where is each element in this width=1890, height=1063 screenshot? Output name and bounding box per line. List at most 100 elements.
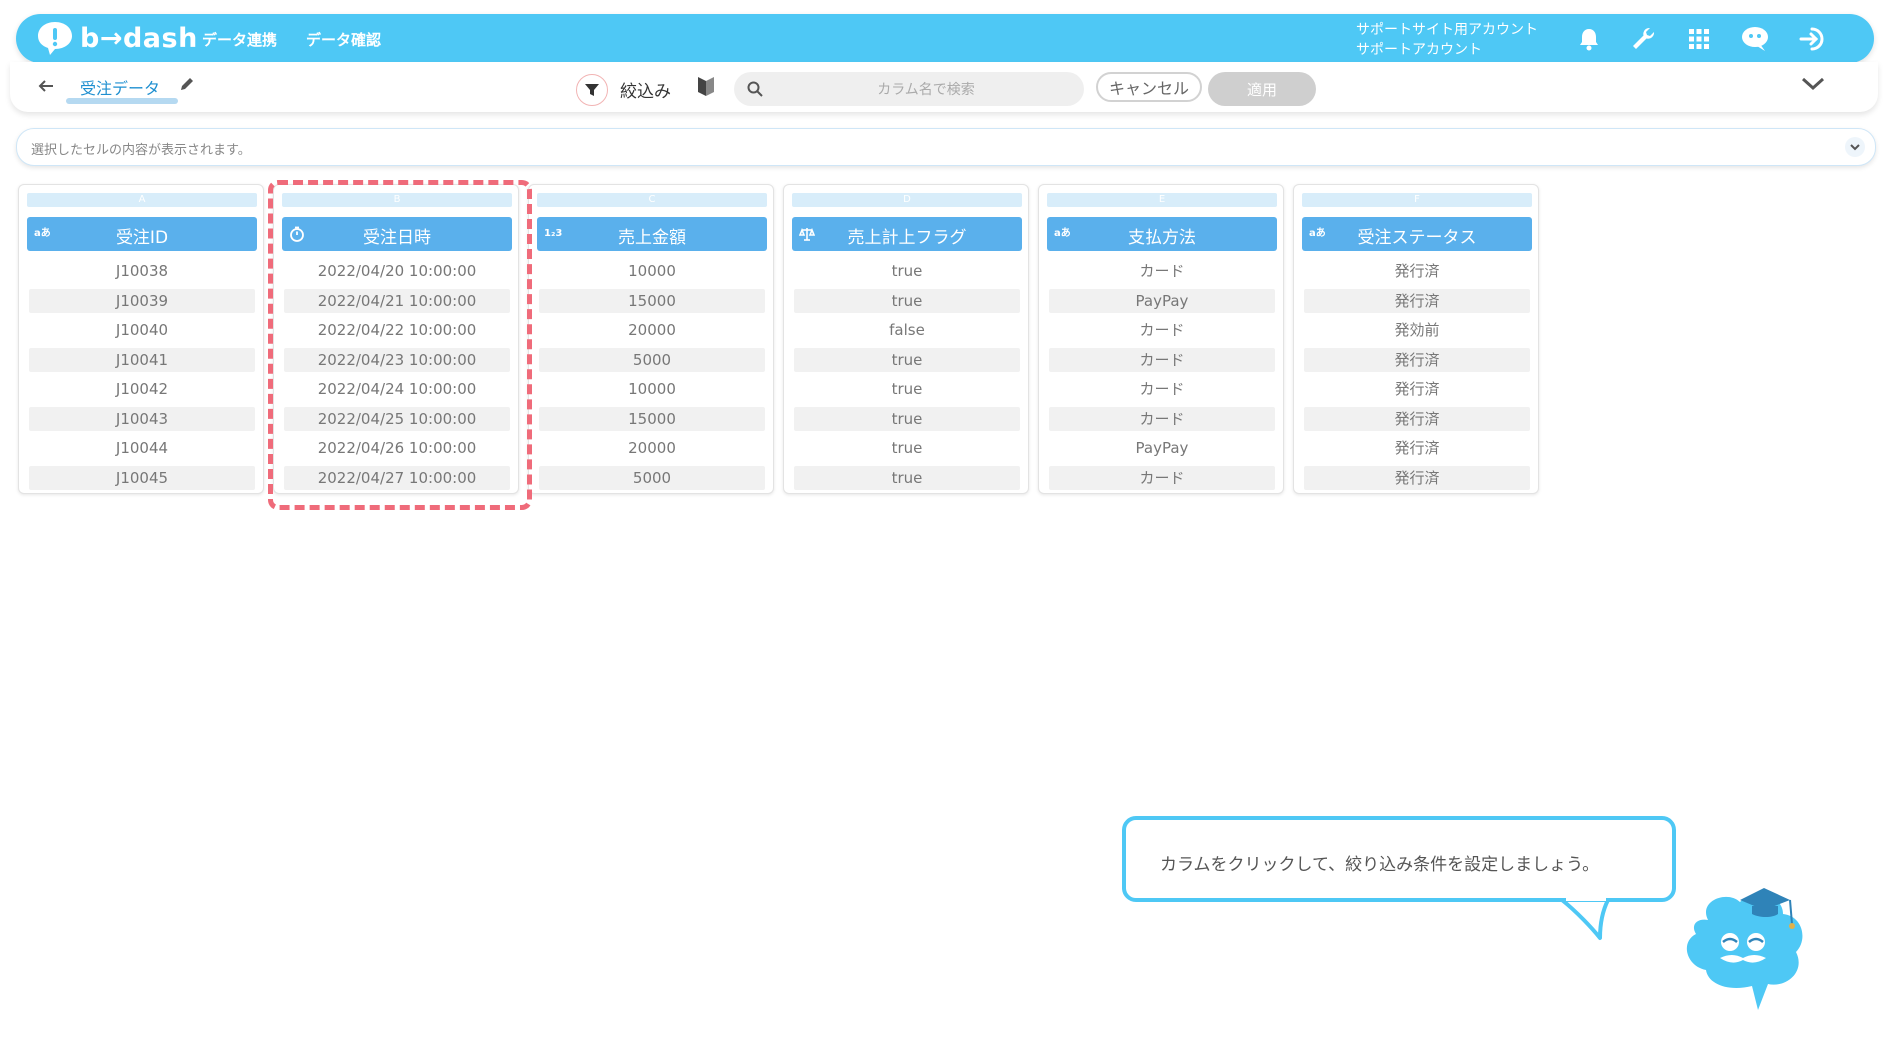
column-card: F aあ 受注ステータス 発行済 発行済 発効前 発行済 発行済 発行済 発行済 発行済 [1293, 184, 1539, 494]
table-cell[interactable]: カード [1049, 318, 1275, 342]
account-name: サポートサイト用アカウント [1356, 22, 1538, 38]
table-cell[interactable]: true [794, 406, 1020, 431]
logo-text: b→dash [80, 22, 198, 54]
cell-preview-text: 選択したセルの内容が表示されます。 [31, 143, 251, 158]
filter-button[interactable] [576, 74, 608, 106]
table-cell[interactable]: true [794, 259, 1020, 283]
nav-data-integration[interactable]: データ連携 [202, 29, 277, 50]
table-cell[interactable]: 発行済 [1304, 347, 1530, 372]
table-cell[interactable]: カード [1049, 465, 1275, 490]
title-underline [66, 98, 178, 104]
column-name: 支払方法 [1128, 228, 1196, 248]
table-cell[interactable]: J10042 [29, 377, 255, 401]
table-cell[interactable]: カード [1049, 259, 1275, 283]
column-header[interactable]: 1₂3 売上金額 [537, 217, 767, 251]
table-cell[interactable]: 2022/04/21 10:00:00 [284, 288, 510, 313]
chat-icon[interactable] [1740, 24, 1770, 54]
cell-content-preview[interactable]: 選択したセルの内容が表示されます。 [16, 128, 1876, 166]
back-arrow-icon[interactable] [34, 74, 58, 98]
column-card: C 1₂3 売上金額 10000 15000 20000 5000 10000 15000… [528, 184, 774, 494]
column-card: A aあ 受注ID J10038 J10039 J10040 J10041 J10042… [18, 184, 264, 494]
table-cell[interactable]: J10040 [29, 318, 255, 342]
table-cell[interactable]: カード [1049, 406, 1275, 431]
column-letter: F [1302, 193, 1532, 207]
table-cell[interactable]: J10043 [29, 406, 255, 431]
bell-icon[interactable] [1574, 24, 1604, 54]
table-cell[interactable]: 発行済 [1304, 465, 1530, 490]
table-cell[interactable]: 2022/04/20 10:00:00 [284, 259, 510, 283]
table-cell[interactable]: 発行済 [1304, 259, 1530, 283]
table-cell[interactable]: 5000 [539, 465, 765, 490]
table-cell[interactable]: true [794, 377, 1020, 401]
apply-button[interactable]: 適用 [1208, 72, 1316, 106]
filter-label: 絞込み [620, 82, 671, 102]
column-name: 受注ID [115, 228, 169, 248]
column-letter: B [282, 193, 512, 207]
wrench-icon[interactable] [1628, 24, 1658, 54]
search-icon [747, 81, 763, 97]
table-cell[interactable]: 2022/04/23 10:00:00 [284, 347, 510, 372]
bdash-logo[interactable]: b→dash [36, 20, 198, 56]
funnel-icon [585, 84, 599, 96]
chevron-down-icon[interactable] [1800, 76, 1828, 98]
column-letter: D [792, 193, 1022, 207]
column-letter: C [537, 193, 767, 207]
column-header[interactable]: aあ 支払方法 [1047, 217, 1277, 251]
pencil-icon[interactable] [178, 75, 198, 95]
table-cell[interactable]: 発行済 [1304, 377, 1530, 401]
column-header[interactable]: aあ 受注ステータス [1302, 217, 1532, 251]
page-title[interactable]: 受注データ [80, 75, 160, 99]
table-cell[interactable]: true [794, 347, 1020, 372]
column-header[interactable]: 売上計上フラグ [792, 217, 1022, 251]
table-cell[interactable]: 2022/04/26 10:00:00 [284, 436, 510, 460]
table-cell[interactable]: PayPay [1049, 436, 1275, 460]
table-cell[interactable]: true [794, 436, 1020, 460]
column-header[interactable]: aあ 受注ID [27, 217, 257, 251]
grid-icon[interactable] [1684, 24, 1714, 54]
account-info[interactable]: サポートサイト用アカウント サポートアカウント [1356, 20, 1538, 60]
table-cell[interactable]: 10000 [539, 377, 765, 401]
column-letter: A [27, 193, 257, 207]
table-cell[interactable]: 発行済 [1304, 288, 1530, 313]
table-cell[interactable]: 2022/04/27 10:00:00 [284, 465, 510, 490]
table-cell[interactable]: J10044 [29, 436, 255, 460]
column-search [734, 72, 1084, 106]
expand-chevron-icon[interactable] [1845, 137, 1865, 157]
table-cell[interactable]: カード [1049, 377, 1275, 401]
table-cell[interactable]: 2022/04/25 10:00:00 [284, 406, 510, 431]
table-cell[interactable]: 発行済 [1304, 436, 1530, 460]
column-card: D 売上計上フラグ true true false true true true true t… [783, 184, 1029, 494]
table-cell[interactable]: 発行済 [1304, 406, 1530, 431]
column-name: 受注ステータス [1357, 228, 1477, 248]
table-cell[interactable]: 20000 [539, 318, 765, 342]
table-cell[interactable]: false [794, 318, 1020, 342]
table-cell[interactable]: 発効前 [1304, 318, 1530, 342]
cancel-button[interactable]: キャンセル [1096, 72, 1202, 102]
table-cell[interactable]: 2022/04/22 10:00:00 [284, 318, 510, 342]
table-cell[interactable]: 2022/04/24 10:00:00 [284, 377, 510, 401]
table-cell[interactable]: J10038 [29, 259, 255, 283]
column-header[interactable]: 受注日時 [282, 217, 512, 251]
table-cell[interactable]: 15000 [539, 406, 765, 431]
column-name: 受注日時 [363, 228, 431, 248]
column-card: B 受注日時 2022/04/20 10:00:00 2022/04/21 10:… [273, 184, 519, 494]
table-cell[interactable]: 10000 [539, 259, 765, 283]
tooltip-tail-cover [1566, 895, 1606, 901]
table-cell[interactable]: PayPay [1049, 288, 1275, 313]
logout-icon[interactable] [1798, 24, 1828, 54]
column-card: E aあ 支払方法 カード PayPay カード カード カード カード PayPay カード [1038, 184, 1284, 494]
table-cell[interactable]: true [794, 465, 1020, 490]
table-cell[interactable]: カード [1049, 347, 1275, 372]
table-cell[interactable]: 15000 [539, 288, 765, 313]
table-cell[interactable]: J10045 [29, 465, 255, 490]
column-search-input[interactable] [774, 78, 1078, 102]
table-cell[interactable]: J10041 [29, 347, 255, 372]
table-cell[interactable]: J10039 [29, 288, 255, 313]
table-cell[interactable]: true [794, 288, 1020, 313]
table-cell[interactable]: 20000 [539, 436, 765, 460]
beginner-mark-icon[interactable] [696, 74, 720, 100]
mascot-brain-icon [1668, 880, 1818, 1020]
nav-data-check[interactable]: データ確認 [306, 29, 381, 50]
table-cell[interactable]: 5000 [539, 347, 765, 372]
account-sub: サポートアカウント [1356, 42, 1482, 58]
